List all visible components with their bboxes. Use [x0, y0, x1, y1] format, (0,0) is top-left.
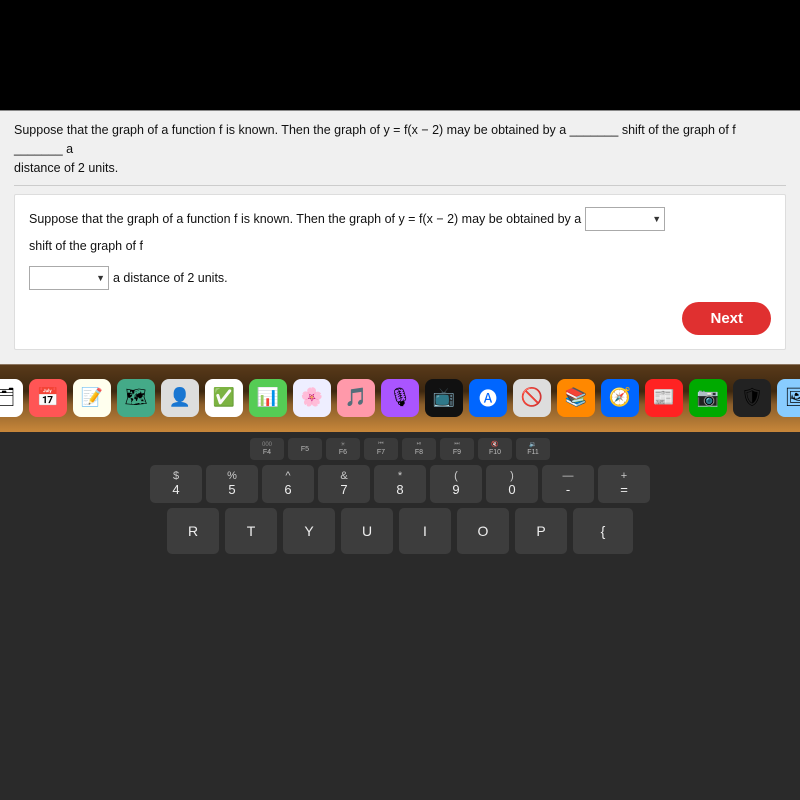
key-9[interactable]: ( 9 — [430, 465, 482, 503]
key-minus[interactable]: — - — [542, 465, 594, 503]
number-key-row: $ 4 % 5 ^ 6 & 7 * 8 ( 9 — [10, 465, 790, 503]
key-6[interactable]: ^ 6 — [262, 465, 314, 503]
dock-icon-maps[interactable]: 🗺 — [117, 379, 155, 417]
dock-icon-news[interactable]: 📰 — [645, 379, 683, 417]
fn-key-row: 000 F4 F5 ☀ F6 ⏮ F7 ⏯ F8 ⏭ F9 — [10, 438, 790, 460]
static-question-line2: distance of 2 units. — [14, 161, 118, 175]
dock-icon-books[interactable]: 📚 — [557, 379, 595, 417]
dock-icon-appletv[interactable]: 📺 — [425, 379, 463, 417]
key-f10[interactable]: 🔇 F10 — [478, 438, 512, 460]
question-part3-text: a distance of 2 units. — [113, 267, 228, 290]
interactive-section: Suppose that the graph of a function f i… — [14, 194, 786, 350]
dropdown1-wrapper[interactable]: horizontal vertical — [585, 207, 665, 231]
key-f3[interactable]: 000 F4 — [250, 438, 284, 460]
key-u[interactable]: U — [341, 508, 393, 554]
key-r[interactable]: R — [167, 508, 219, 554]
question-interactive-line2: horizontal vertical a distance of 2 unit… — [29, 266, 771, 290]
key-f11[interactable]: 🔉 F11 — [516, 438, 550, 460]
key-0[interactable]: ) 0 — [486, 465, 538, 503]
dock-icon-security[interactable]: 🛡 — [733, 379, 771, 417]
key-5[interactable]: % 5 — [206, 465, 258, 503]
question-part2-text: shift of the graph of f — [29, 235, 143, 258]
next-button[interactable]: Next — [682, 302, 771, 335]
screen-content: Suppose that the graph of a function f i… — [0, 110, 800, 364]
static-question-line1: Suppose that the graph of a function f i… — [14, 123, 736, 156]
dropdown2-wrapper[interactable]: horizontal vertical — [29, 266, 109, 290]
key-f5[interactable]: F5 — [288, 438, 322, 460]
key-7[interactable]: & 7 — [318, 465, 370, 503]
top-black-area — [0, 0, 800, 110]
key-4[interactable]: $ 4 — [150, 465, 202, 503]
key-y[interactable]: Y — [283, 508, 335, 554]
keyboard-area: 000 F4 F5 ☀ F6 ⏮ F7 ⏯ F8 ⏭ F9 — [0, 432, 800, 800]
dock-icon-noreq[interactable]: 🚫 — [513, 379, 551, 417]
key-f7[interactable]: ⏮ F7 — [364, 438, 398, 460]
dock-icon-appstore[interactable]: 🅐 — [469, 379, 507, 417]
dock-icon-safari[interactable]: 🧭 — [601, 379, 639, 417]
key-f8[interactable]: ⏯ F8 — [402, 438, 436, 460]
key-bracket[interactable]: { — [573, 508, 633, 554]
dock-icon-viewer[interactable]: 🖼 — [777, 379, 800, 417]
question-interactive-line1: Suppose that the graph of a function f i… — [29, 207, 771, 258]
key-p[interactable]: P — [515, 508, 567, 554]
shift-direction-dropdown[interactable]: horizontal vertical — [585, 207, 665, 231]
key-f6[interactable]: ☀ F6 — [326, 438, 360, 460]
distance-direction-dropdown[interactable]: horizontal vertical — [29, 266, 109, 290]
dock: 🗂 📅 📝 🗺 👤 ✅ 📊 🌸 🎵 🎙 📺 🅐 🚫 📚 🧭 📰 📷 🛡 🖼 — [0, 364, 800, 432]
key-equals[interactable]: + = — [598, 465, 650, 503]
dock-icon-notes[interactable]: 📝 — [73, 379, 111, 417]
divider — [14, 185, 786, 186]
key-f9[interactable]: ⏭ F9 — [440, 438, 474, 460]
next-button-row: Next — [29, 302, 771, 335]
key-t[interactable]: T — [225, 508, 277, 554]
key-i[interactable]: I — [399, 508, 451, 554]
dock-icon-music[interactable]: 🎵 — [337, 379, 375, 417]
dock-icon-finder[interactable]: 🗂 — [0, 379, 23, 417]
question-part1-text: Suppose that the graph of a function f i… — [29, 208, 581, 231]
static-question-text: Suppose that the graph of a function f i… — [14, 121, 786, 177]
letter-key-row: R T Y U I O P { — [10, 508, 790, 554]
dock-icon-photos[interactable]: 🌸 — [293, 379, 331, 417]
dock-icon-numbers[interactable]: 📊 — [249, 379, 287, 417]
dock-icon-calendar[interactable]: 📅 — [29, 379, 67, 417]
dock-icon-facetime[interactable]: 📷 — [689, 379, 727, 417]
key-8[interactable]: * 8 — [374, 465, 426, 503]
dock-icon-contacts[interactable]: 👤 — [161, 379, 199, 417]
dock-icon-podcasts[interactable]: 🎙 — [381, 379, 419, 417]
key-o[interactable]: O — [457, 508, 509, 554]
dock-icon-reminders[interactable]: ✅ — [205, 379, 243, 417]
